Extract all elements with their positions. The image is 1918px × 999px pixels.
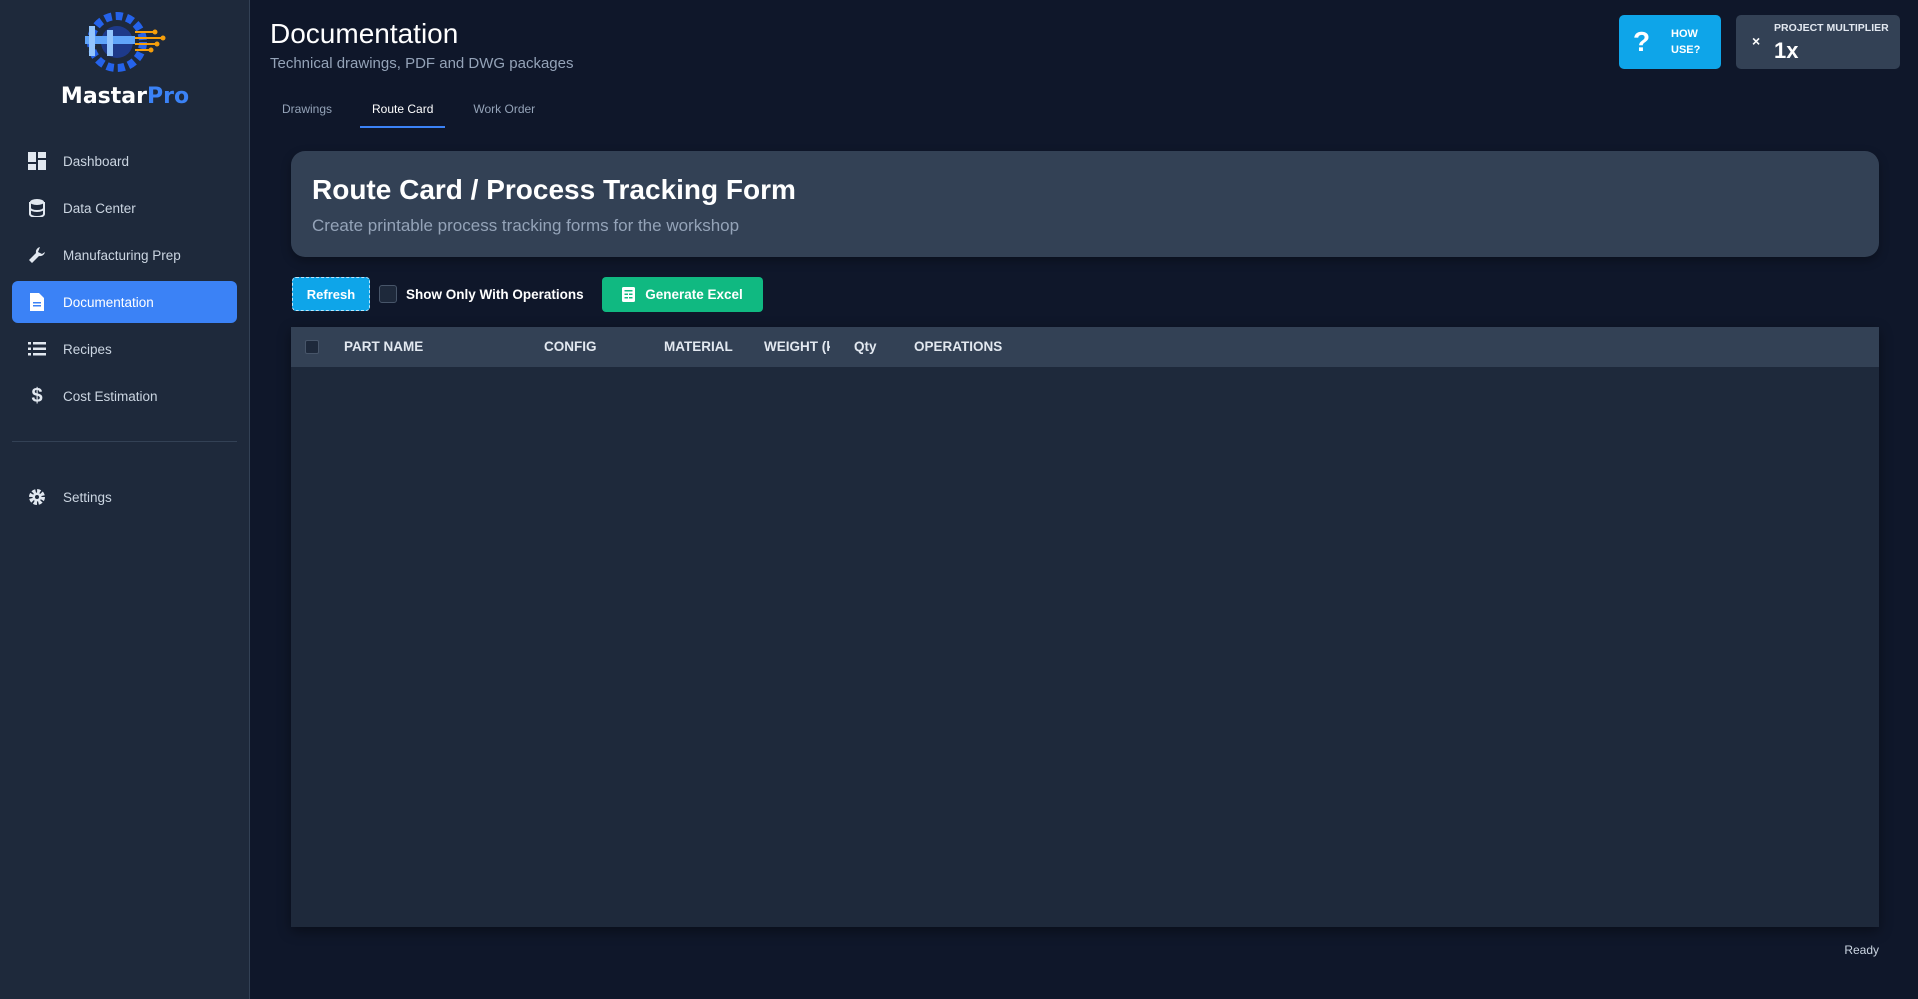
column-header-qty[interactable]: Qty [854,339,877,354]
how-to-use-label: HOW USE? [1671,28,1701,56]
sidebar-item-label: Dashboard [63,153,130,169]
route-card-header-card: Route Card / Process Tracking Form Creat… [291,151,1879,257]
sidebar-item-label: Recipes [63,341,112,357]
column-header-part-name[interactable]: PART NAME [344,339,423,354]
column-header-material[interactable]: MATERIAL [664,339,733,354]
sidebar-item-data-center[interactable]: Data Center [12,187,237,229]
column-header-config[interactable]: CONFIG [544,339,597,354]
sidebar-item-label: Cost Estimation [63,388,158,404]
refresh-button[interactable]: Refresh [292,277,370,311]
sidebar: MastarPro Dashboard Data Center Manufact… [0,0,250,999]
page-subtitle: Technical drawings, PDF and DWG packages [270,55,574,72]
wrench-icon [26,245,48,265]
route-card-table: PART NAME CONFIG MATERIAL WEIGHT (k Qty … [291,327,1879,927]
brand-name: MastarPro [60,84,190,109]
sidebar-item-manufacturing-prep[interactable]: Manufacturing Prep [12,234,237,276]
tab-drawings[interactable]: Drawings [270,98,344,128]
sidebar-item-label: Data Center [63,200,136,216]
card-subtitle: Create printable process tracking forms … [312,216,740,235]
sidebar-item-cost-estimation[interactable]: $ Cost Estimation [12,375,237,417]
spreadsheet-icon [622,287,636,302]
sidebar-item-label: Manufacturing Prep [63,247,181,263]
sidebar-item-settings[interactable]: Settings [12,476,237,518]
logo-gear-caliper-icon [85,12,166,72]
table-header: PART NAME CONFIG MATERIAL WEIGHT (k Qty … [291,327,1879,367]
tab-work-order[interactable]: Work Order [461,98,547,128]
show-only-with-operations-label: Show Only With Operations [406,286,584,302]
select-all-checkbox[interactable] [305,340,319,354]
sidebar-item-documentation[interactable]: Documentation [12,281,237,323]
show-only-with-operations-checkbox[interactable] [379,285,397,303]
dashboard-icon [26,151,48,171]
gear-icon [26,487,48,507]
project-multiplier[interactable]: × PROJECT MULTIPLIER 1x [1736,15,1900,69]
database-icon [26,198,48,218]
project-multiplier-label: PROJECT MULTIPLIER [1774,22,1889,34]
list-icon [26,339,48,359]
sidebar-item-dashboard[interactable]: Dashboard [12,140,237,182]
generate-excel-button[interactable]: Generate Excel [602,277,763,312]
sidebar-nav: Dashboard Data Center Manufacturing Prep… [12,140,237,523]
sidebar-item-recipes[interactable]: Recipes [12,328,237,370]
generate-excel-label: Generate Excel [645,287,743,302]
status-text: Ready [1844,943,1879,957]
dollar-icon: $ [31,384,43,407]
question-icon: ? [1633,26,1651,57]
project-multiplier-value: 1x [1774,38,1799,63]
how-to-use-button[interactable]: ? HOW USE? [1619,15,1721,69]
tab-route-card[interactable]: Route Card [360,98,446,128]
card-title: Route Card / Process Tracking Form [312,174,796,205]
column-header-operations[interactable]: OPERATIONS [914,339,1002,354]
show-only-with-operations-toggle[interactable]: Show Only With Operations [379,285,584,303]
column-header-weight[interactable]: WEIGHT (k [764,339,830,354]
page-title: Documentation [270,18,459,49]
multiply-icon: × [1752,33,1761,49]
document-icon [26,292,48,312]
tab-bar: Drawings Route Card Work Order [270,98,563,128]
logo: MastarPro [0,8,250,109]
sidebar-item-label: Settings [63,489,112,505]
sidebar-divider [12,441,237,442]
sidebar-item-label: Documentation [63,294,154,310]
